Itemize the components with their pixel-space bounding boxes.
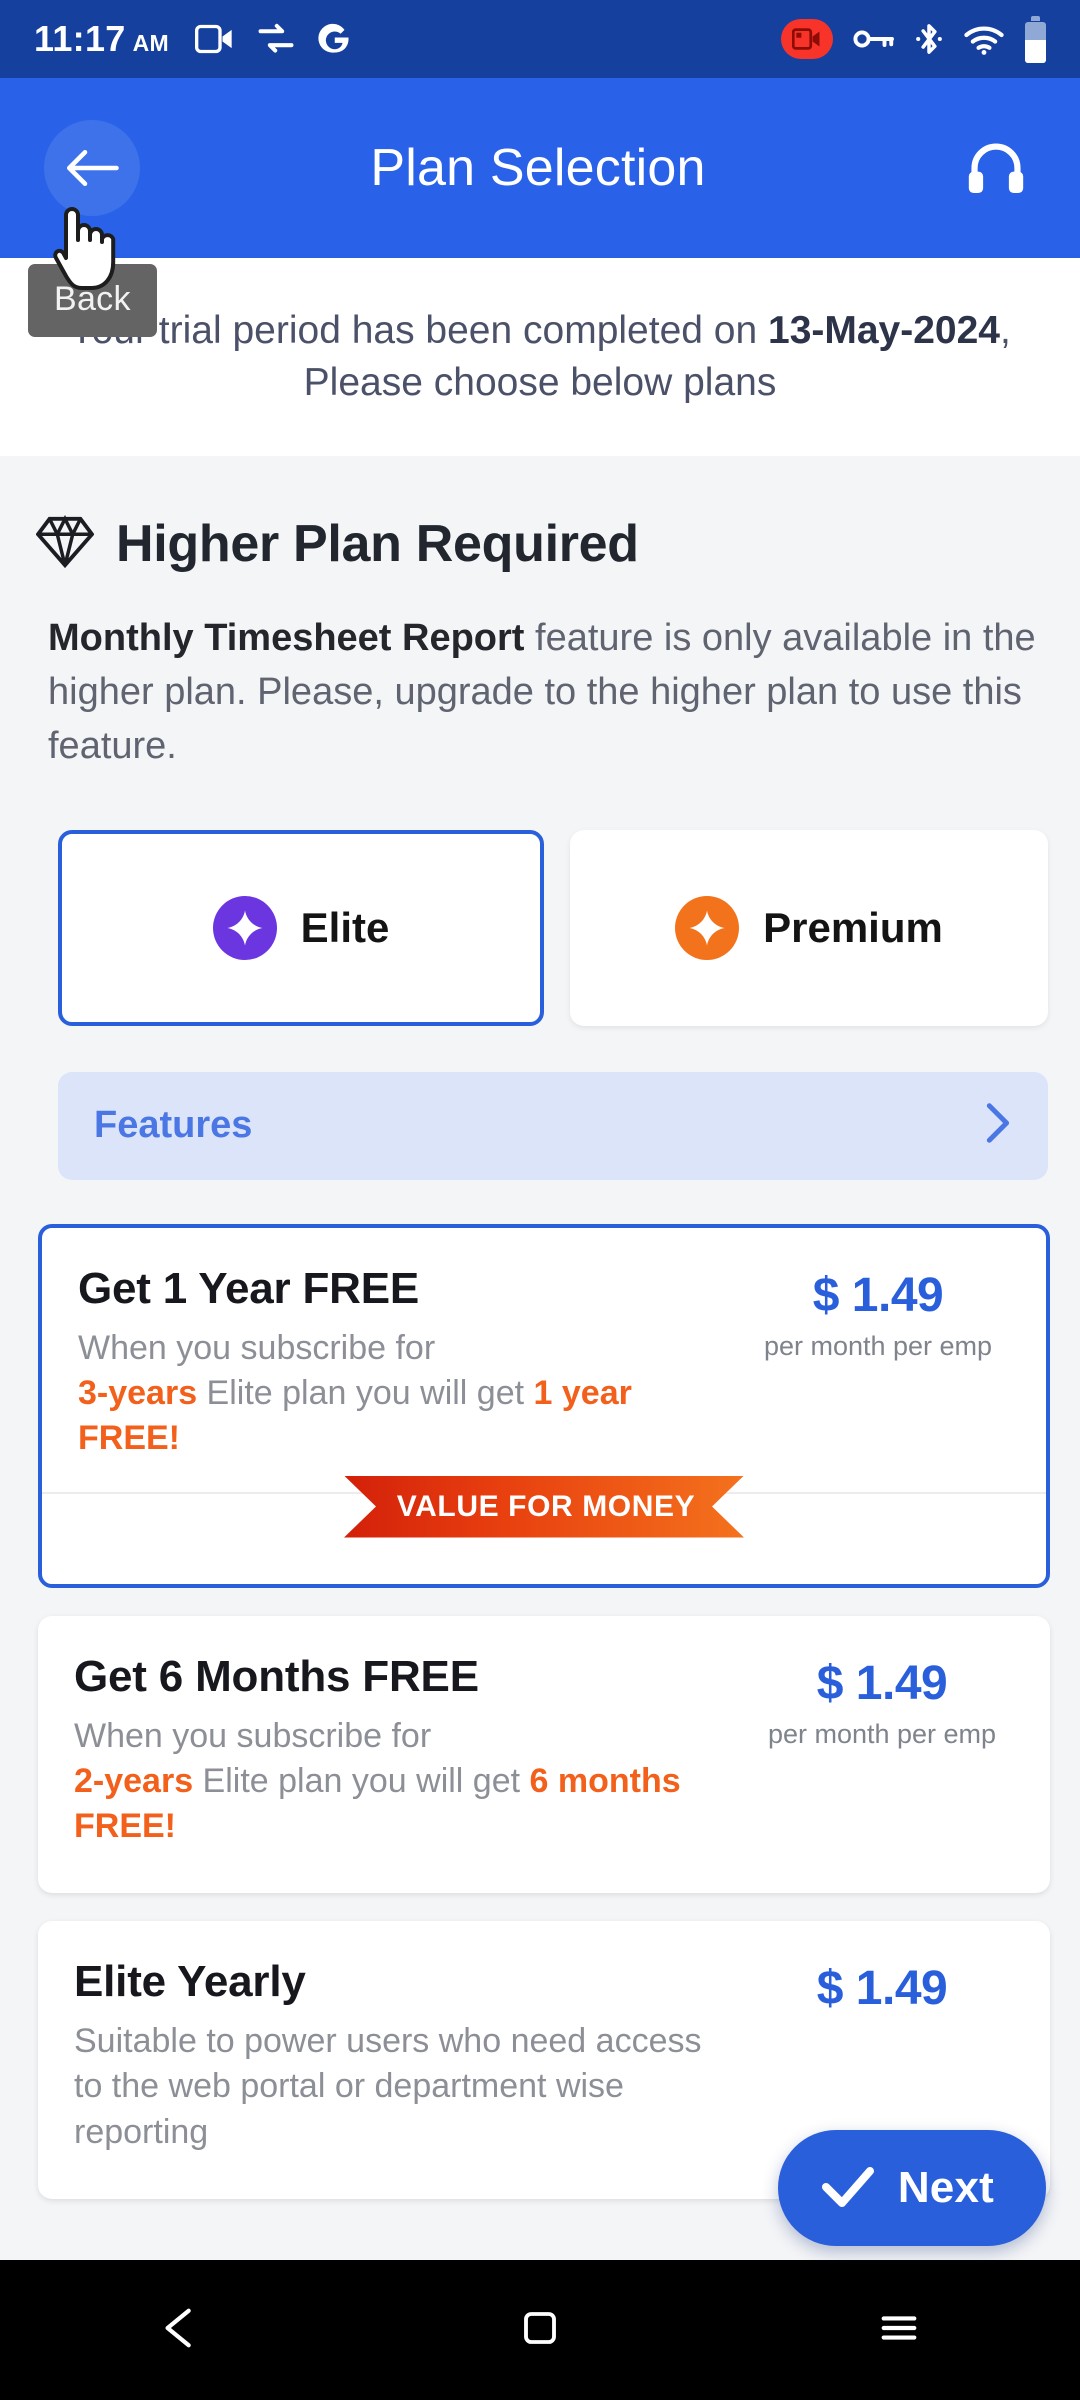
plan-card-title: Get 1 Year FREE [78, 1263, 420, 1313]
headset-support-icon [968, 143, 1024, 194]
bluetooth-icon [915, 20, 943, 58]
clock-time: 11:17 [34, 18, 126, 59]
plan-option-premium[interactable]: Premium [570, 829, 1048, 1026]
plan-card-body: Get 1 Year FREE When you subscribe for 3… [42, 1228, 1046, 1492]
wifi-icon [963, 23, 1005, 55]
plan-option-label: Elite [300, 903, 390, 951]
status-left-icons [194, 21, 351, 57]
plan-card-subtitle: Suitable to power users who need access … [74, 2022, 702, 2151]
status-right-icons [781, 15, 1046, 63]
sparkle-icon [212, 895, 277, 960]
plan-card-1[interactable]: Get 1 Year FREE When you subscribe for 3… [38, 1223, 1050, 1588]
home-square-icon[interactable] [519, 2307, 561, 2354]
vpn-key-icon [853, 27, 895, 51]
chevron-right-icon [980, 1100, 1014, 1151]
plan-card-body: Get 6 Months FREE When you subscribe for… [38, 1616, 1050, 1894]
video-call-icon [194, 22, 235, 56]
back-arrow-icon [66, 149, 119, 187]
sub-highlight-1: 2-years [74, 1761, 194, 1800]
mouse-cursor [48, 196, 122, 297]
plan-toggle-row: Elite Premium [0, 774, 1080, 1026]
plan-card-title: Elite Yearly [74, 1957, 306, 2007]
battery-icon [1025, 15, 1046, 63]
plan-card-price-unit: per month per emp [767, 1718, 997, 1749]
plan-card-price-unit: per month per emp [763, 1330, 993, 1361]
app-bar: Plan Selection [0, 78, 1080, 258]
plan-card-price-block: $ 1.49 [748, 1957, 1016, 2155]
page-title: Plan Selection [370, 139, 706, 197]
plan-card-2[interactable]: Get 6 Months FREE When you subscribe for… [38, 1615, 1050, 1894]
plan-card-subtitle: When you subscribe for 2-years Elite pla… [74, 1714, 734, 1850]
trial-banner-text: Your trial period has been completed on … [42, 305, 1038, 409]
data-saver-icon [257, 22, 295, 56]
plan-card-subtitle: When you subscribe for 3-years Elite pla… [78, 1326, 730, 1462]
plan-card-title: Get 6 Months FREE [74, 1651, 479, 1701]
trial-banner: Your trial period has been completed on … [0, 258, 1080, 456]
plan-card-info: Get 1 Year FREE When you subscribe for 3… [78, 1264, 744, 1462]
sub-highlight-1: 3-years [78, 1374, 198, 1413]
sparkle-icon [675, 895, 740, 960]
support-button[interactable] [956, 128, 1036, 208]
feature-name: Monthly Timesheet Report [48, 617, 525, 659]
trial-date: 13-May-2024 [768, 309, 1000, 353]
next-button[interactable]: Next [777, 2130, 1046, 2246]
diamond-icon [35, 514, 95, 574]
next-button-label: Next [897, 2163, 994, 2212]
value-for-money-ribbon: VALUE FOR MONEY [344, 1475, 744, 1538]
phone-screen: 11:17 AM Plan Selection Back Your trial … [0, 0, 1080, 2400]
plan-cards-list: Get 1 Year FREE When you subscribe for 3… [0, 1180, 1080, 2199]
back-triangle-icon[interactable] [158, 2305, 204, 2356]
sub-plain-1: When you subscribe for [74, 1716, 432, 1755]
system-nav-bar [0, 2260, 1080, 2400]
status-clock: 11:17 AM [34, 18, 169, 60]
clock-ampm: AM [132, 30, 169, 56]
higher-plan-header: Higher Plan Required [0, 456, 1080, 574]
plan-option-elite[interactable]: Elite [58, 829, 544, 1026]
plan-card-info: Elite Yearly Suitable to power users who… [74, 1957, 748, 2155]
plan-option-label: Premium [763, 903, 943, 951]
sub-plain-2: Elite plan you will get [193, 1761, 530, 1800]
sub-plain-2: Elite plan you will get [197, 1374, 534, 1413]
higher-plan-heading: Higher Plan Required [116, 515, 639, 573]
plan-card-price: $ 1.49 [812, 1268, 944, 1322]
status-bar: 11:17 AM [0, 0, 1080, 78]
check-icon [821, 2165, 874, 2212]
plan-card-price-block: $ 1.49 per month per emp [748, 1652, 1016, 1850]
plan-card-info: Get 6 Months FREE When you subscribe for… [74, 1652, 748, 1850]
higher-plan-description: Monthly Timesheet Report feature is only… [0, 574, 1080, 774]
trial-text-before: Your trial period has been completed on [69, 309, 769, 353]
screen-record-icon [781, 19, 833, 59]
plan-card-price: $ 1.49 [816, 1962, 948, 2016]
plan-card-price: $ 1.49 [816, 1656, 948, 1710]
recents-menu-icon[interactable] [876, 2307, 922, 2354]
plan-card-price-block: $ 1.49 per month per emp [744, 1264, 1012, 1462]
features-row[interactable]: Features [58, 1071, 1048, 1180]
plan-card-ribbon-area: VALUE FOR MONEY [42, 1475, 1046, 1584]
google-icon [317, 21, 351, 57]
sub-plain-1: When you subscribe for [78, 1328, 436, 1367]
features-label: Features [94, 1104, 253, 1147]
main-content: Higher Plan Required Monthly Timesheet R… [0, 456, 1080, 2260]
